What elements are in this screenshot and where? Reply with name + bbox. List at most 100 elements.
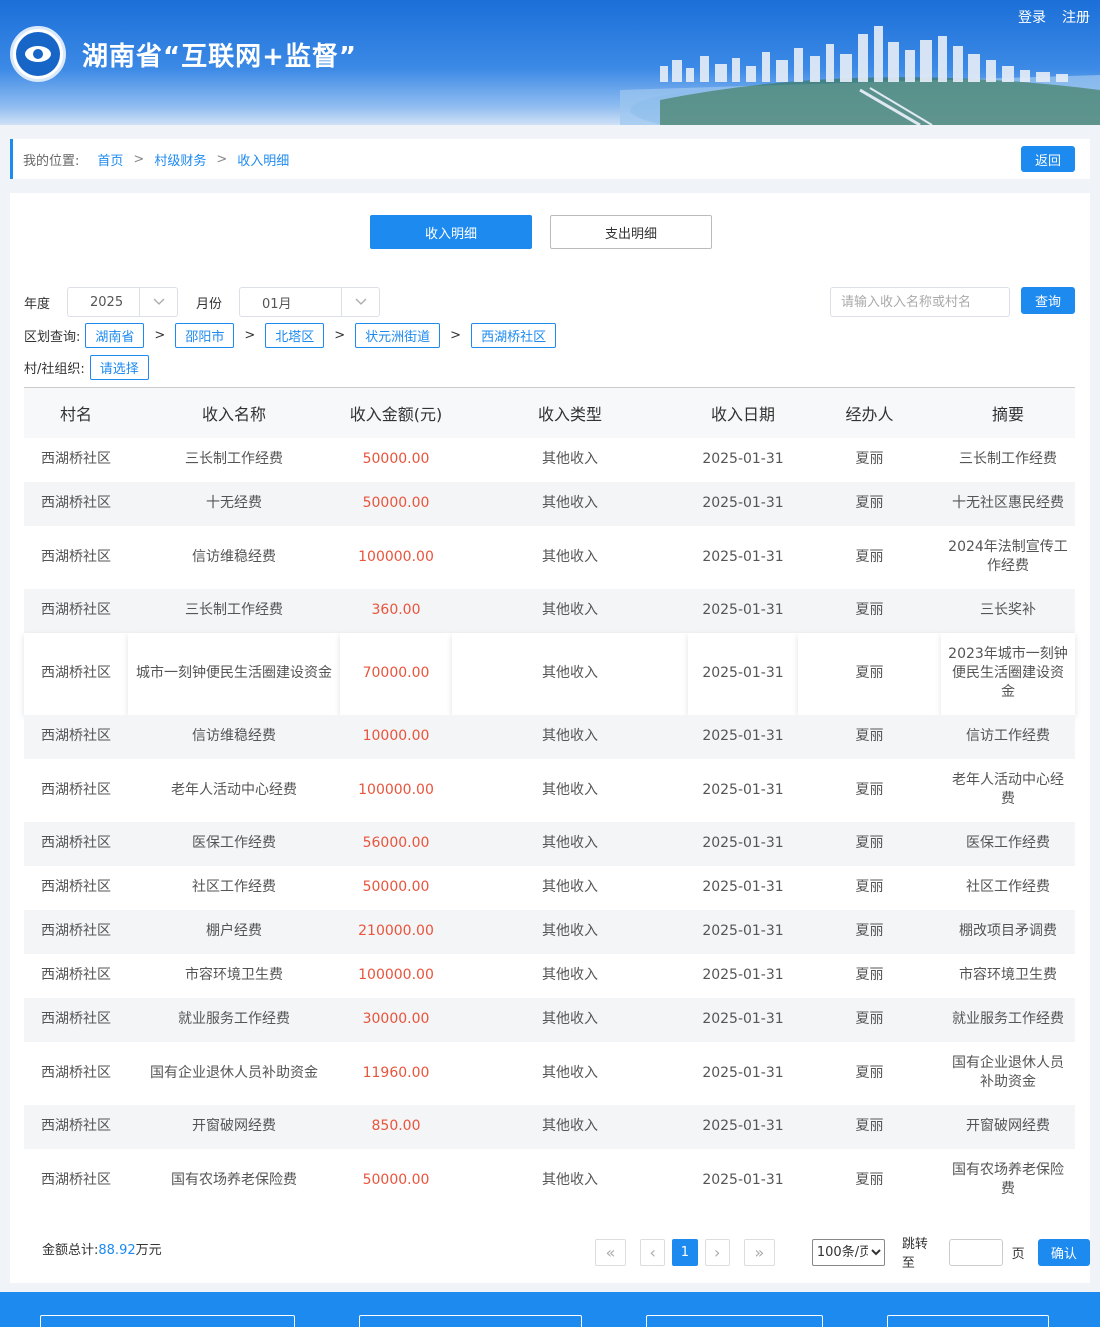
cell-income-name: 开窗破网经费 bbox=[128, 1104, 340, 1149]
cell-income-name: 老年人活动中心经费 bbox=[128, 758, 340, 822]
footer-link-box[interactable] bbox=[359, 1315, 582, 1327]
region-tag-city[interactable]: 邵阳市 bbox=[175, 323, 235, 348]
cell-date: 2025-01-31 bbox=[688, 714, 798, 759]
cell-handler: 夏丽 bbox=[798, 953, 941, 998]
footer-link-box[interactable] bbox=[40, 1315, 295, 1327]
table-row: 西湖桥社区 城市一刻钟便民生活圈建设资金 70000.00 其他收入 2025-01-3… bbox=[24, 632, 1075, 715]
cell-type: 其他收入 bbox=[452, 1104, 688, 1149]
table-row: 西湖桥社区 医保工作经费 56000.00 其他收入 2025-01-31 夏丽 医保工作经… bbox=[24, 821, 1075, 866]
table-row: 西湖桥社区 就业服务工作经费 30000.00 其他收入 2025-01-31 夏丽 就业服… bbox=[24, 997, 1075, 1042]
region-separator: > bbox=[450, 328, 462, 343]
cell-date: 2025-01-31 bbox=[688, 588, 798, 633]
cell-date: 2025-01-31 bbox=[688, 758, 798, 822]
cell-amount: 100000.00 bbox=[340, 758, 452, 822]
cell-amount: 360.00 bbox=[340, 588, 452, 633]
cell-summary: 2023年城市一刻钟便民生活圈建设资金 bbox=[941, 632, 1075, 715]
eye-icon bbox=[16, 32, 60, 76]
page-size-select[interactable]: 100条/页 bbox=[811, 1238, 885, 1266]
cell-type: 其他收入 bbox=[452, 437, 688, 482]
cell-village: 西湖桥社区 bbox=[24, 714, 128, 759]
next-page-button[interactable]: › bbox=[704, 1238, 730, 1266]
footer-link-box[interactable] bbox=[646, 1315, 823, 1327]
cell-date: 2025-01-31 bbox=[688, 1104, 798, 1149]
cell-amount: 50000.00 bbox=[340, 437, 452, 482]
main-panel: 收入明细 支出明细 年度 2025 月份 01月 查询 区划查询: 湖南省 > … bbox=[10, 193, 1090, 1283]
cell-amount: 11960.00 bbox=[340, 1041, 452, 1105]
login-link[interactable]: 登录 bbox=[1018, 7, 1046, 27]
cell-summary: 棚改项目矛调费 bbox=[941, 909, 1075, 954]
table-row: 西湖桥社区 老年人活动中心经费 100000.00 其他收入 2025-01-31 夏丽老… bbox=[24, 758, 1075, 822]
prev-page-button[interactable]: ‹ bbox=[640, 1238, 666, 1266]
cell-amount: 850.00 bbox=[340, 1104, 452, 1149]
org-select-button[interactable]: 请选择 bbox=[89, 355, 149, 380]
breadcrumb-village-finance[interactable]: 村级财务 bbox=[154, 150, 206, 169]
breadcrumb-income-detail[interactable]: 收入明细 bbox=[237, 150, 289, 169]
city-skyline-banner bbox=[620, 26, 1100, 125]
confirm-jump-button[interactable]: 确认 bbox=[1037, 1238, 1090, 1266]
cell-handler: 夏丽 bbox=[798, 632, 941, 715]
cell-date: 2025-01-31 bbox=[688, 632, 798, 715]
chevron-down-icon bbox=[341, 288, 379, 316]
cell-type: 其他收入 bbox=[452, 1041, 688, 1105]
table-row: 西湖桥社区 三长制工作经费 360.00 其他收入 2025-01-31 夏丽 三长奖补 bbox=[24, 588, 1075, 633]
last-page-button[interactable]: » bbox=[743, 1238, 775, 1266]
register-link[interactable]: 注册 bbox=[1062, 7, 1090, 27]
cell-handler: 夏丽 bbox=[798, 758, 941, 822]
cell-income-name: 城市一刻钟便民生活圈建设资金 bbox=[128, 632, 340, 715]
region-tag-street[interactable]: 状元洲街道 bbox=[355, 323, 441, 348]
cell-income-name: 社区工作经费 bbox=[128, 865, 340, 910]
query-button[interactable]: 查询 bbox=[1021, 287, 1075, 314]
breadcrumb-separator: > bbox=[133, 151, 145, 167]
cell-village: 西湖桥社区 bbox=[24, 953, 128, 998]
org-label: 村/社组织: bbox=[24, 362, 85, 377]
cell-summary: 三长制工作经费 bbox=[941, 437, 1075, 482]
cell-income-name: 市容环境卫生费 bbox=[128, 953, 340, 998]
cell-summary: 国有企业退休人员补助资金 bbox=[941, 1041, 1075, 1105]
cell-type: 其他收入 bbox=[452, 481, 688, 526]
region-tag-community[interactable]: 西湖桥社区 bbox=[471, 323, 557, 348]
page-unit-label: 页 bbox=[1011, 1246, 1025, 1262]
cell-village: 西湖桥社区 bbox=[24, 865, 128, 910]
table-row: 西湖桥社区 三长制工作经费 50000.00 其他收入 2025-01-31 夏丽 三长制工… bbox=[24, 437, 1075, 482]
tab-expense-detail[interactable]: 支出明细 bbox=[550, 215, 712, 249]
region-tag-province[interactable]: 湖南省 bbox=[85, 323, 145, 348]
cell-amount: 70000.00 bbox=[340, 632, 452, 715]
footer-link-box[interactable] bbox=[887, 1315, 1049, 1327]
back-button[interactable]: 返回 bbox=[1021, 146, 1075, 172]
tab-income-detail[interactable]: 收入明细 bbox=[370, 215, 532, 249]
table-row: 西湖桥社区 国有农场养老保险费 50000.00 其他收入 2025-01-31 夏丽 国有… bbox=[24, 1148, 1075, 1212]
table-row: 西湖桥社区 信访维稳经费 100000.00 其他收入 2025-01-31 夏丽 2024… bbox=[24, 525, 1075, 589]
jump-page-input[interactable] bbox=[948, 1238, 1003, 1266]
month-select[interactable]: 01月 bbox=[239, 287, 380, 317]
cell-income-name: 三长制工作经费 bbox=[128, 437, 340, 482]
cell-amount: 56000.00 bbox=[340, 821, 452, 866]
cell-date: 2025-01-31 bbox=[688, 437, 798, 482]
cell-type: 其他收入 bbox=[452, 953, 688, 998]
first-page-button[interactable]: « bbox=[595, 1238, 627, 1266]
org-filter: 村/社组织: 请选择 bbox=[24, 355, 149, 380]
breadcrumb-home[interactable]: 首页 bbox=[97, 150, 123, 169]
cell-summary: 十无社区惠民经费 bbox=[941, 481, 1075, 526]
cell-income-name: 十无经费 bbox=[128, 481, 340, 526]
cell-summary: 就业服务工作经费 bbox=[941, 997, 1075, 1042]
search-input[interactable] bbox=[830, 287, 1010, 317]
cell-village: 西湖桥社区 bbox=[24, 1148, 128, 1212]
region-label: 区划查询: bbox=[24, 330, 81, 345]
year-select[interactable]: 2025 bbox=[67, 287, 178, 317]
cell-income-name: 棚户经费 bbox=[128, 909, 340, 954]
cell-summary: 2024年法制宣传工作经费 bbox=[941, 525, 1075, 589]
cell-type: 其他收入 bbox=[452, 865, 688, 910]
cell-income-name: 信访维稳经费 bbox=[128, 525, 340, 589]
cell-village: 西湖桥社区 bbox=[24, 1104, 128, 1149]
amount-total: 金额总计:88.92万元 bbox=[42, 1239, 162, 1258]
cell-village: 西湖桥社区 bbox=[24, 588, 128, 633]
col-header-income-name: 收入名称 bbox=[128, 387, 340, 438]
current-page-button[interactable]: 1 bbox=[672, 1238, 698, 1266]
region-tag-district[interactable]: 北塔区 bbox=[265, 323, 325, 348]
col-header-type: 收入类型 bbox=[452, 387, 688, 438]
cell-village: 西湖桥社区 bbox=[24, 758, 128, 822]
cell-summary: 医保工作经费 bbox=[941, 821, 1075, 866]
year-label: 年度 bbox=[24, 297, 51, 312]
income-table: 村名 收入名称 收入金额(元) 收入类型 收入日期 经办人 摘要 西湖桥社区 三长… bbox=[24, 387, 1075, 1212]
region-separator: > bbox=[334, 328, 346, 343]
